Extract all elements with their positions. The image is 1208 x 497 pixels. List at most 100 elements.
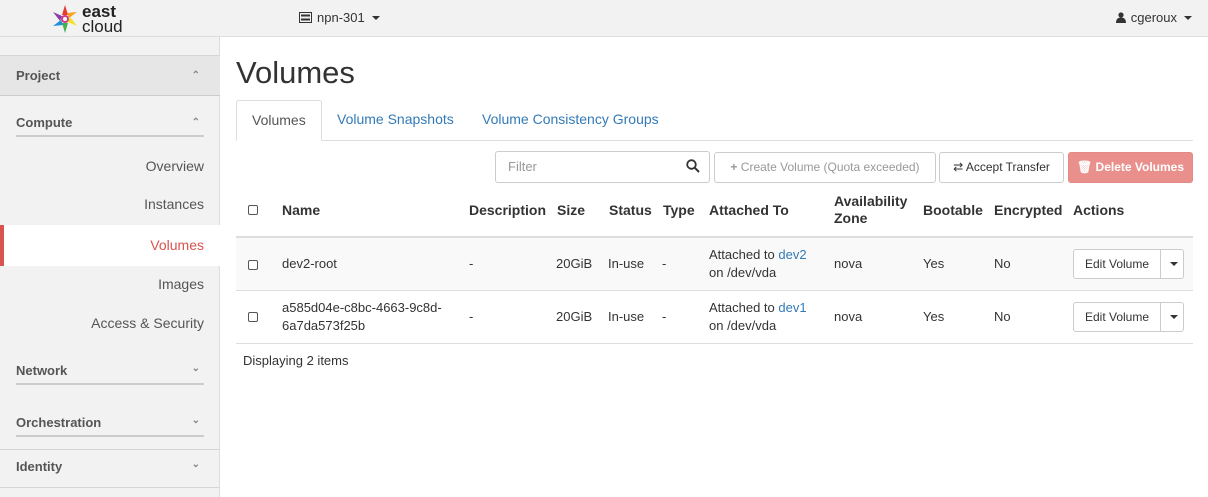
sidebar: Project ⌃ Compute ⌃ Overview Instances V…	[0, 37, 220, 497]
sidebar-group-network[interactable]: Network ⌄	[16, 345, 204, 385]
attached-prefix: Attached to	[709, 300, 779, 315]
tab-volumes[interactable]: Volumes	[236, 100, 322, 141]
sidebar-group-label: Orchestration	[16, 415, 102, 430]
volume-availability-zone: nova	[834, 309, 863, 324]
search-icon[interactable]	[686, 159, 700, 173]
top-navbar: east cloud npn-301 cgeroux	[0, 0, 1208, 37]
accept-transfer-label: Accept Transfer	[965, 160, 1050, 174]
divider	[16, 383, 204, 385]
user-icon	[1115, 12, 1126, 23]
column-header-status[interactable]: Status	[609, 202, 652, 219]
logo-text: east cloud	[82, 3, 123, 36]
column-header-description[interactable]: Description	[469, 202, 546, 219]
user-menu[interactable]: cgeroux	[1115, 10, 1192, 25]
divider	[0, 487, 220, 488]
tab-volume-consistency-groups[interactable]: Volume Consistency Groups	[482, 100, 659, 141]
edit-volume-button[interactable]: Edit Volume	[1074, 250, 1160, 278]
project-name: npn-301	[317, 10, 365, 25]
volume-encrypted-link[interactable]: No	[994, 255, 1011, 273]
sidebar-group-label: Identity	[16, 459, 63, 474]
volume-bootable: Yes	[923, 256, 945, 271]
volume-status: In-use	[608, 309, 645, 324]
select-all-checkbox[interactable]	[248, 205, 258, 215]
tab-volume-snapshots[interactable]: Volume Snapshots	[337, 100, 454, 141]
column-header-name[interactable]: Name	[282, 202, 320, 219]
chevron-down-icon: ⌄	[191, 415, 200, 426]
sidebar-group-label: Network	[16, 363, 68, 378]
volume-name-line1: a585d04e-c8bc-4663-9c8d-	[282, 300, 442, 315]
sidebar-item-access-security[interactable]: Access & Security	[0, 304, 220, 342]
exchange-icon: ⇄	[953, 160, 964, 174]
volume-name-link[interactable]: dev2-root	[282, 255, 337, 273]
sidebar-project-header[interactable]: Project ⌃	[0, 55, 220, 96]
column-header-actions: Actions	[1073, 202, 1125, 218]
volume-encrypted-link[interactable]: No	[994, 308, 1011, 326]
column-header-attached-to[interactable]: Attached To	[709, 202, 789, 219]
sidebar-item-images[interactable]: Images	[0, 265, 220, 303]
divider	[16, 435, 204, 437]
chevron-down-icon	[371, 15, 380, 20]
column-header-type[interactable]: Type	[663, 202, 695, 219]
delete-volumes-button[interactable]: 🗑 Delete Volumes	[1068, 152, 1193, 183]
chevron-down-icon: ⌄	[191, 363, 200, 374]
sidebar-group-compute[interactable]: Compute ⌃	[16, 97, 204, 137]
delete-volumes-label: Delete Volumes	[1095, 160, 1185, 174]
actions-dropdown-toggle[interactable]	[1160, 250, 1184, 278]
column-header-encrypted[interactable]: Encrypted	[994, 202, 1062, 219]
logo[interactable]: east cloud	[52, 2, 123, 35]
filter-input[interactable]: Filter	[495, 151, 710, 183]
table-bottom-border	[236, 343, 1193, 344]
sidebar-group-identity[interactable]: Identity ⌄	[16, 441, 204, 477]
logo-line2: cloud	[82, 16, 123, 36]
sidebar-item-overview[interactable]: Overview	[0, 147, 220, 185]
create-volume-label: Create Volume (Quota exceeded)	[740, 160, 920, 174]
edit-volume-button[interactable]: Edit Volume	[1074, 303, 1160, 331]
divider	[16, 135, 204, 137]
edit-volume-split-button: Edit Volume	[1073, 249, 1184, 279]
row-checkbox[interactable]	[248, 312, 258, 322]
instance-link[interactable]: dev1	[778, 300, 806, 315]
chevron-down-icon	[1184, 15, 1192, 20]
sidebar-item-volumes[interactable]: Volumes	[0, 225, 220, 266]
volume-description: -	[469, 309, 474, 324]
volume-attached-to: Attached to dev1 on /dev/vda	[709, 299, 829, 335]
volume-name-link[interactable]: a585d04e-c8bc-4663-9c8d- 6a7da573f25b	[282, 299, 457, 335]
item-count: Displaying 2 items	[243, 353, 349, 368]
volume-size: 20GiB	[556, 309, 593, 324]
volume-size: 20GiB	[556, 256, 593, 271]
chevron-up-icon: ⌃	[191, 117, 200, 128]
volume-type: -	[662, 256, 667, 271]
attached-device: on /dev/vda	[709, 265, 777, 280]
volume-description: -	[469, 256, 474, 271]
volume-bootable: Yes	[923, 309, 945, 324]
sidebar-group-orchestration[interactable]: Orchestration ⌄	[16, 397, 204, 437]
server-icon	[299, 12, 312, 23]
filter-placeholder: Filter	[508, 159, 537, 174]
accept-transfer-button[interactable]: ⇄ Accept Transfer	[939, 152, 1064, 183]
instance-link[interactable]: dev2	[778, 247, 806, 262]
logo-icon	[53, 4, 77, 33]
table-row: a585d04e-c8bc-4663-9c8d- 6a7da573f25b - …	[236, 290, 1193, 343]
row-checkbox[interactable]	[248, 260, 258, 270]
volume-attached-to: Attached to dev2 on /dev/vda	[709, 246, 829, 282]
chevron-down-icon: ⌄	[191, 459, 200, 470]
volume-type: -	[662, 309, 667, 324]
chevron-down-icon	[1170, 315, 1178, 319]
column-header-bootable[interactable]: Bootable	[923, 202, 983, 219]
project-selector[interactable]: npn-301	[299, 10, 380, 25]
sidebar-project-label: Project	[16, 68, 61, 83]
sidebar-item-instances[interactable]: Instances	[0, 185, 220, 223]
attached-prefix: Attached to	[709, 247, 779, 262]
volume-availability-zone: nova	[834, 256, 863, 271]
chevron-up-icon: ⌃	[191, 70, 200, 81]
create-volume-button[interactable]: + Create Volume (Quota exceeded)	[714, 152, 936, 183]
actions-dropdown-toggle[interactable]	[1160, 303, 1184, 331]
plus-icon: +	[730, 160, 738, 174]
trash-icon: 🗑	[1076, 160, 1093, 174]
page-title: Volumes	[236, 55, 355, 90]
volume-name-line2: 6a7da573f25b	[282, 318, 366, 333]
column-header-availability-zone[interactable]: Availability Zone	[834, 193, 914, 227]
table-row: dev2-root - 20GiB In-use - Attached to d…	[236, 236, 1193, 290]
column-header-size[interactable]: Size	[557, 202, 585, 219]
tab-bar: Volumes Volume Snapshots Volume Consiste…	[236, 100, 1193, 141]
